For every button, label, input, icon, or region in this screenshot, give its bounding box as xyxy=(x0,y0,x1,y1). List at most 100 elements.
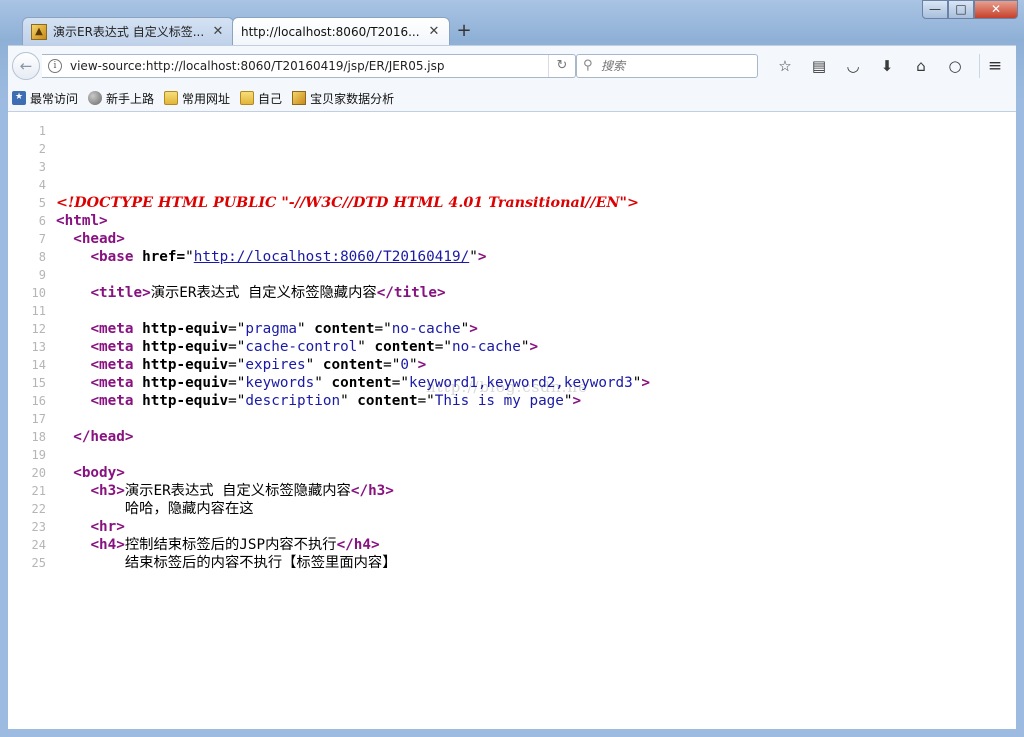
menu-button[interactable]: ≡ xyxy=(979,54,1010,78)
h4-close-tag: </h4> xyxy=(336,537,380,553)
line-number: 18 xyxy=(31,430,46,444)
meta-tag: <meta xyxy=(90,321,134,337)
attr-name: href= xyxy=(133,249,186,265)
attr-value: keywords xyxy=(245,375,315,391)
h3-tag: <h3> xyxy=(90,483,125,499)
head-tag: <head> xyxy=(73,231,125,247)
bookmark-most-visited[interactable]: ★ 最常访问 xyxy=(12,90,78,107)
attr-value: 0 xyxy=(400,357,409,373)
source-line: 19 xyxy=(8,446,650,464)
attr-name: content xyxy=(322,357,384,373)
bookmark-self[interactable]: 自己 xyxy=(240,90,282,107)
tab-er-demo[interactable]: ▲ 演示ER表达式 自定义标签... ✕ xyxy=(22,17,234,45)
attr-value: no-cache xyxy=(452,339,521,355)
source-line: 1 xyxy=(8,122,650,140)
h4-text: 控制结束标签后的JSP内容不执行 xyxy=(124,537,337,553)
attr-name: content xyxy=(331,375,392,391)
tab-view-source[interactable]: http://localhost:8060/T2016... ✕ xyxy=(232,17,450,45)
bookmark-data-analysis[interactable]: 宝贝家数据分析 xyxy=(292,90,394,107)
bookmarks-toolbar: ★ 最常访问 新手上路 常用网址 自己 宝贝家数据分析 xyxy=(8,85,1016,112)
line-number: 9 xyxy=(38,268,46,282)
line-number: 6 xyxy=(38,214,46,228)
reading-list-icon[interactable]: ▤ xyxy=(802,54,836,78)
source-line: 4 xyxy=(8,176,650,194)
attr-name: content xyxy=(314,321,375,337)
bookmark-getting-started[interactable]: 新手上路 xyxy=(88,90,154,107)
browser-window: — □ ✕ ▲ 演示ER表达式 自定义标签... ✕ http://localh… xyxy=(0,0,1024,737)
source-line: 22 哈哈，隐藏内容在这 xyxy=(8,500,650,518)
home-icon[interactable]: ⌂ xyxy=(904,54,938,78)
attr-name: http-equiv xyxy=(142,375,229,391)
source-line: 25 结束标签后的内容不执行【标签里面内容】 xyxy=(8,554,650,572)
reload-button[interactable]: ↻ xyxy=(548,55,575,77)
attr-value: description xyxy=(245,393,341,409)
search-input[interactable] xyxy=(601,58,751,74)
line-number: 10 xyxy=(31,286,46,300)
attr-value: cache-control xyxy=(245,339,358,355)
new-tab-button[interactable]: + xyxy=(454,21,474,41)
line-number: 13 xyxy=(31,340,46,354)
meta-tag: <meta xyxy=(90,393,134,409)
source-line: 16 <meta http-equiv="description" conten… xyxy=(8,392,650,410)
line-number: 20 xyxy=(31,466,46,480)
url-text[interactable]: view-source:http://localhost:8060/T20160… xyxy=(70,59,445,73)
attr-value: This is my page xyxy=(434,393,564,409)
source-line: 15 <meta http-equiv="keywords" content="… xyxy=(8,374,650,392)
h4-tag: <h4> xyxy=(90,537,125,553)
line-number: 25 xyxy=(31,556,46,570)
bookmark-star-icon[interactable]: ☆ xyxy=(768,54,802,78)
close-tab-icon[interactable]: ✕ xyxy=(427,24,441,39)
source-line: 2 xyxy=(8,140,650,158)
line-number: 3 xyxy=(38,160,46,174)
base-tag: <base xyxy=(90,249,134,265)
download-icon[interactable]: ⬇ xyxy=(870,54,904,78)
source-line: 5 <!DOCTYPE HTML PUBLIC "-//W3C//DTD HTML… xyxy=(8,194,650,212)
search-box[interactable]: ⚲ xyxy=(576,54,758,78)
h3-close-tag: </h3> xyxy=(350,483,394,499)
line-number: 14 xyxy=(31,358,46,372)
source-line: 11 xyxy=(8,302,650,320)
attr-name: http-equiv xyxy=(142,339,229,355)
chat-icon[interactable]: ○ xyxy=(938,54,972,78)
line-number: 2 xyxy=(38,142,46,156)
pocket-icon[interactable]: ◡ xyxy=(836,54,870,78)
page-favicon-icon xyxy=(292,91,307,105)
line-number: 8 xyxy=(38,250,46,264)
search-icon: ⚲ xyxy=(583,58,593,73)
body-tag: <body> xyxy=(73,465,125,481)
close-tab-icon[interactable]: ✕ xyxy=(211,24,225,39)
bookmark-label: 宝贝家数据分析 xyxy=(310,91,395,106)
site-info-icon[interactable]: i xyxy=(48,59,62,73)
source-view: 1 2 3 4 5 <!DOCTYPE HTML PUBLIC "-//W3C//… xyxy=(8,122,650,572)
line-number: 23 xyxy=(31,520,46,534)
most-visited-icon: ★ xyxy=(12,91,26,105)
source-line: 21 <h3>演示ER表达式 自定义标签隐藏内容</h3> xyxy=(8,482,650,500)
head-close-tag: </head> xyxy=(73,429,134,445)
source-line: 12 <meta http-equiv="pragma" content="no… xyxy=(8,320,650,338)
html-tag: <html> xyxy=(56,213,108,229)
attr-value: pragma xyxy=(245,321,298,337)
source-line: 3 xyxy=(8,158,650,176)
source-line: 13 <meta http-equiv="cache-control" cont… xyxy=(8,338,650,356)
base-href-link[interactable]: http://localhost:8060/T20160419/ xyxy=(194,249,469,265)
address-bar[interactable]: i view-source:http://localhost:8060/T201… xyxy=(42,54,576,78)
attr-name: http-equiv xyxy=(142,393,229,409)
title-text: 演示ER表达式 自定义标签隐藏内容 xyxy=(150,285,377,301)
attr-value: keyword1,keyword2,keyword3 xyxy=(408,375,633,391)
doctype-declaration: <!DOCTYPE HTML PUBLIC "-//W3C//DTD HTML … xyxy=(56,195,639,211)
line-number: 24 xyxy=(31,538,46,552)
source-line: 10 <title>演示ER表达式 自定义标签隐藏内容</title> xyxy=(8,284,650,302)
bookmark-label: 常用网址 xyxy=(182,91,231,106)
attr-value: no-cache xyxy=(391,321,461,337)
source-line: 14 <meta http-equiv="expires" content="0… xyxy=(8,356,650,374)
h3-text: 演示ER表达式 自定义标签隐藏内容 xyxy=(124,483,351,499)
attr-name: http-equiv xyxy=(142,321,229,337)
source-line: 9 xyxy=(8,266,650,284)
attr-name: content xyxy=(357,393,418,409)
back-button[interactable]: ← xyxy=(12,52,40,80)
bookmark-common-sites[interactable]: 常用网址 xyxy=(164,90,230,107)
line-number: 1 xyxy=(38,124,46,138)
bookmark-label: 最常访问 xyxy=(30,91,79,106)
bookmark-label: 自己 xyxy=(258,91,283,106)
title-close-tag: </title> xyxy=(376,285,446,301)
